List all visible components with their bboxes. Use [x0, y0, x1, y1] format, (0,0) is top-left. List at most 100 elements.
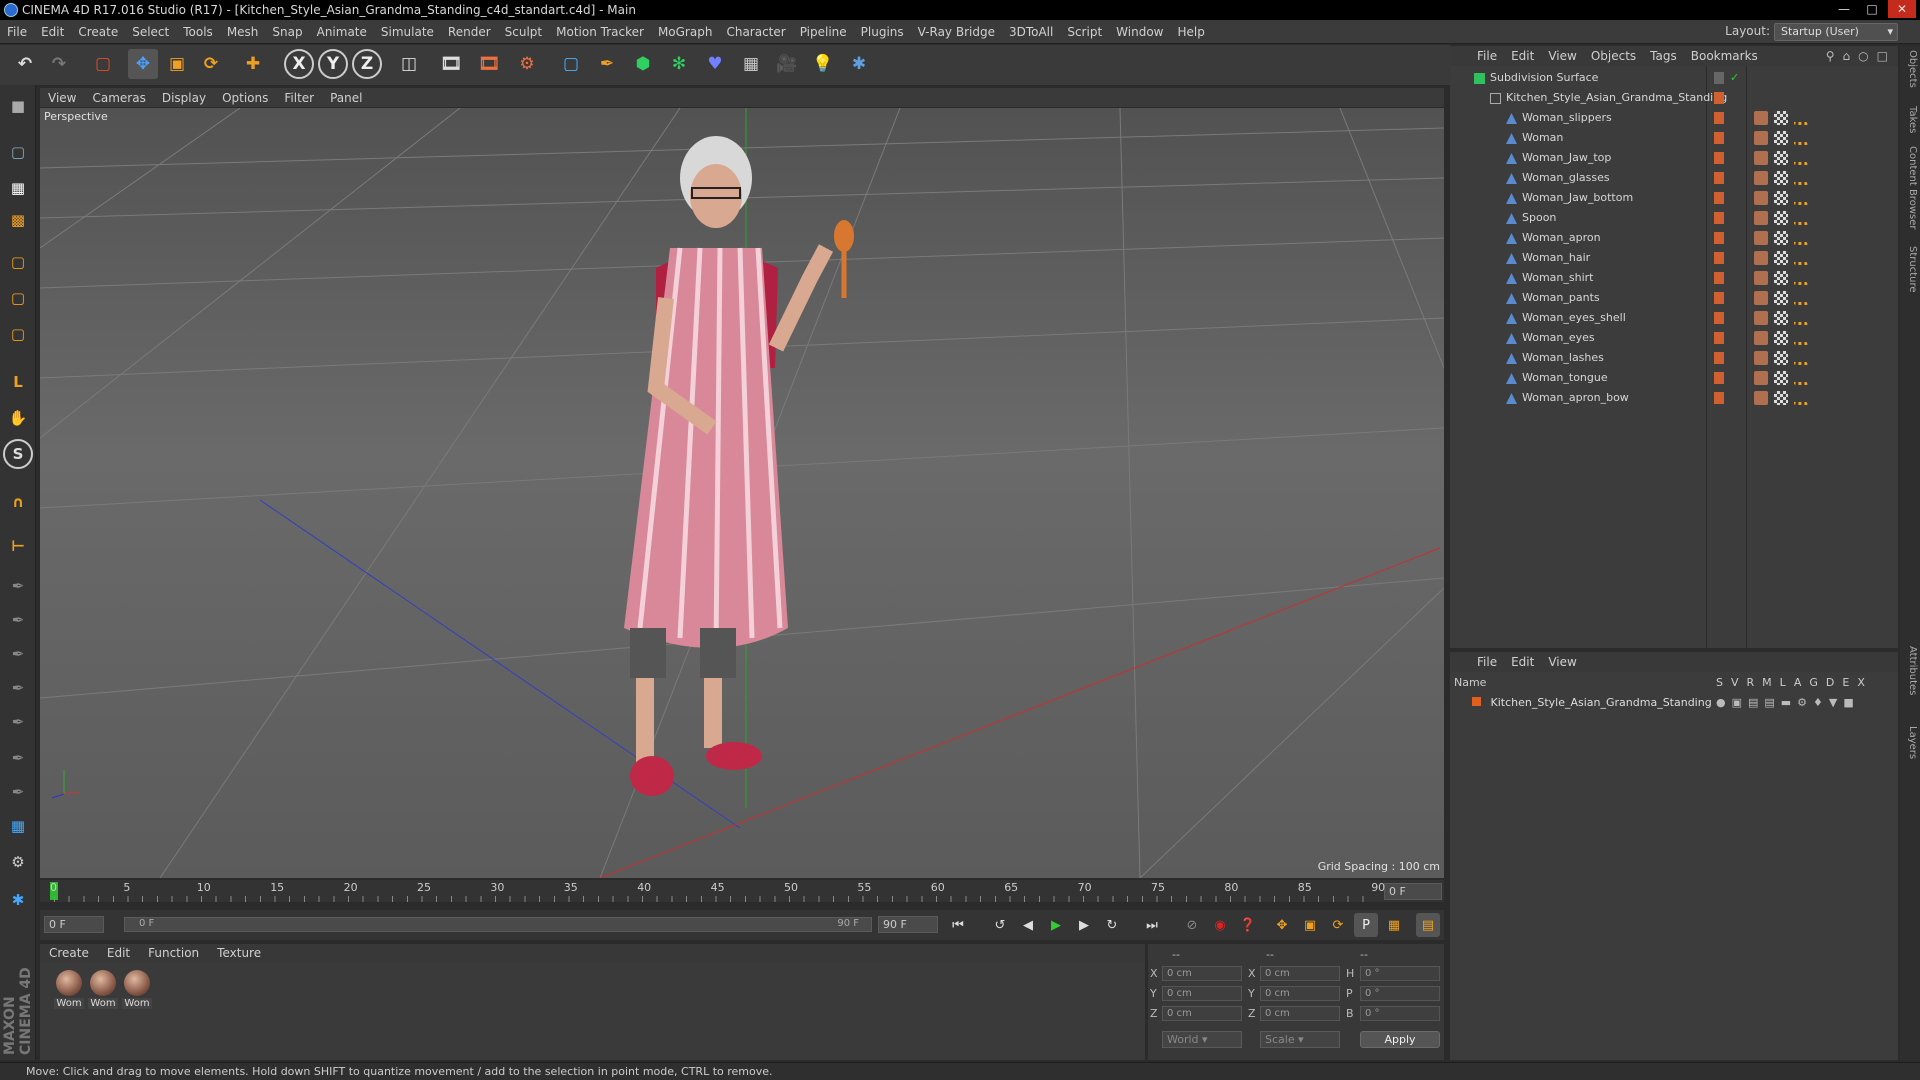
go-to-start-icon[interactable]: ⏮ [946, 913, 970, 937]
play-icon[interactable]: ▶ [1044, 913, 1068, 937]
layer-col-e[interactable]: E [1842, 676, 1849, 689]
tweak-mode-icon[interactable]: ✋ [3, 403, 33, 433]
light-icon[interactable]: 💡 [808, 49, 838, 79]
home-icon[interactable]: ⌂ [1843, 49, 1851, 63]
transform-tool-icon[interactable]: ✚ [238, 49, 268, 79]
key-scale-icon[interactable]: ▣ [1298, 913, 1322, 937]
visibility-dots-icon[interactable] [1714, 252, 1724, 264]
timeline-ruler[interactable]: 0 F 0 5 10 15 20 25 30 35 40 45 50 55 60 65 70 75 80 85 90 [40, 880, 1444, 902]
layer-menu-view[interactable]: View [1541, 655, 1583, 669]
phong-tag-icon[interactable] [1794, 131, 1808, 145]
points-mode-icon[interactable]: ▢ [3, 247, 33, 277]
menu-create[interactable]: Create [71, 20, 125, 44]
workplane-icon[interactable]: ▩ [3, 205, 33, 235]
texture-tag-icon[interactable] [1774, 111, 1788, 125]
object-menu-tags[interactable]: Tags [1643, 49, 1684, 63]
render-picture-viewer-icon[interactable]: 🎞 [474, 49, 504, 79]
model-mode-icon[interactable]: ▢ [3, 137, 33, 167]
object-menu-bookmarks[interactable]: Bookmarks [1684, 49, 1765, 63]
x-axis-lock-icon[interactable]: X [284, 49, 314, 79]
python-icon[interactable]: ✱ [844, 49, 874, 79]
object-row[interactable]: Woman_glasses [1450, 168, 1898, 188]
coord-value-field[interactable]: 0 ° [1360, 1006, 1440, 1021]
quantize-icon[interactable]: ⊢ [3, 531, 33, 561]
viewport-menu-options[interactable]: Options [214, 91, 276, 105]
material-tag-icon[interactable] [1754, 231, 1768, 245]
cube-object-icon[interactable]: ▢ [556, 49, 586, 79]
material-tag-icon[interactable] [1754, 111, 1768, 125]
phong-tag-icon[interactable] [1794, 191, 1808, 205]
coord-mode-select[interactable]: World ▾ [1162, 1031, 1242, 1048]
material-tag-icon[interactable] [1754, 171, 1768, 185]
menu-tools[interactable]: Tools [176, 20, 220, 44]
object-row[interactable]: Subdivision Surface ✓ [1450, 68, 1898, 88]
brush-2-icon[interactable]: ✒ [3, 605, 33, 635]
timeline-window-icon[interactable]: ▤ [1416, 913, 1440, 937]
object-row[interactable]: Woman_apron_bow [1450, 388, 1898, 408]
coord-value-field[interactable]: 0 cm [1260, 1006, 1340, 1021]
layer-col-l[interactable]: L [1780, 676, 1786, 689]
layer-col-s[interactable]: S [1716, 676, 1723, 689]
previous-key-icon[interactable]: ↺ [988, 913, 1012, 937]
visibility-dots-icon[interactable] [1714, 112, 1724, 124]
menu-motion-tracker[interactable]: Motion Tracker [549, 20, 651, 44]
object-row[interactable]: Woman_eyes_shell [1450, 308, 1898, 328]
phong-tag-icon[interactable] [1794, 211, 1808, 225]
layer-toggles[interactable]: ●▣▤▤▬⚙♦▼■ [1716, 694, 1860, 712]
layer-col-g[interactable]: G [1809, 676, 1818, 689]
visibility-dots-icon[interactable] [1714, 232, 1724, 244]
material-menu-edit[interactable]: Edit [98, 946, 139, 960]
menu-edit[interactable]: Edit [34, 20, 71, 44]
layer-col-m[interactable]: M [1762, 676, 1772, 689]
object-menu-file[interactable]: File [1470, 49, 1504, 63]
side-tab-takes[interactable]: Takes [1902, 106, 1918, 133]
material-tag-icon[interactable] [1754, 291, 1768, 305]
object-menu-edit[interactable]: Edit [1504, 49, 1541, 63]
visibility-dots-icon[interactable] [1714, 372, 1724, 384]
viewport-menu-display[interactable]: Display [154, 91, 214, 105]
minimize-button[interactable]: — [1830, 0, 1858, 18]
layer-menu-file[interactable]: File [1470, 655, 1504, 669]
object-menu-view[interactable]: View [1541, 49, 1583, 63]
visibility-dots-icon[interactable] [1714, 92, 1724, 104]
phong-tag-icon[interactable] [1794, 311, 1808, 325]
material-tag-icon[interactable] [1754, 251, 1768, 265]
menu-sculpt[interactable]: Sculpt [498, 20, 549, 44]
layer-col-r[interactable]: R [1747, 676, 1755, 689]
object-row[interactable]: Spoon [1450, 208, 1898, 228]
menu-window[interactable]: Window [1109, 20, 1170, 44]
menu-character[interactable]: Character [719, 20, 792, 44]
redo-icon[interactable]: ↷ [44, 49, 74, 79]
coord-value-field[interactable]: 0 cm [1162, 1006, 1242, 1021]
maximize-button[interactable]: □ [1858, 0, 1886, 18]
polygons-mode-icon[interactable]: ▢ [3, 319, 33, 349]
material-tag-icon[interactable] [1754, 391, 1768, 405]
object-row[interactable]: Woman_pants [1450, 288, 1898, 308]
material-menu-function[interactable]: Function [139, 946, 208, 960]
menu-pipeline[interactable]: Pipeline [793, 20, 854, 44]
menu-v-ray-bridge[interactable]: V-Ray Bridge [911, 20, 1002, 44]
layer-col-a[interactable]: A [1794, 676, 1802, 689]
menu-mograph[interactable]: MoGraph [651, 20, 720, 44]
menu-select[interactable]: Select [125, 20, 176, 44]
texture-tag-icon[interactable] [1774, 271, 1788, 285]
magnet-icon[interactable]: ∩ [3, 487, 33, 517]
snap-icon[interactable]: S [3, 439, 33, 469]
floor-icon[interactable]: ▦ [736, 49, 766, 79]
texture-tag-icon[interactable] [1774, 371, 1788, 385]
visibility-dots-icon[interactable] [1714, 192, 1724, 204]
apply-button[interactable]: Apply [1360, 1031, 1440, 1048]
coord-value-field[interactable]: 0 cm [1260, 966, 1340, 981]
coord-value-field[interactable]: 0 ° [1360, 986, 1440, 1001]
phong-tag-icon[interactable] [1794, 371, 1808, 385]
spline-pen-icon[interactable]: ✒ [592, 49, 622, 79]
start-frame-field[interactable]: 0 F [44, 916, 104, 933]
frame-range-slider[interactable]: 0 F 90 F [124, 917, 872, 932]
layer-col-x[interactable]: X [1857, 676, 1865, 689]
material-swatch[interactable]: Wom [88, 968, 118, 1014]
visibility-dots-icon[interactable] [1714, 352, 1724, 364]
phong-tag-icon[interactable] [1794, 351, 1808, 365]
layer-menu-edit[interactable]: Edit [1504, 655, 1541, 669]
deformer-icon[interactable]: ♥ [700, 49, 730, 79]
gear-icon[interactable]: ⚙ [3, 847, 33, 877]
